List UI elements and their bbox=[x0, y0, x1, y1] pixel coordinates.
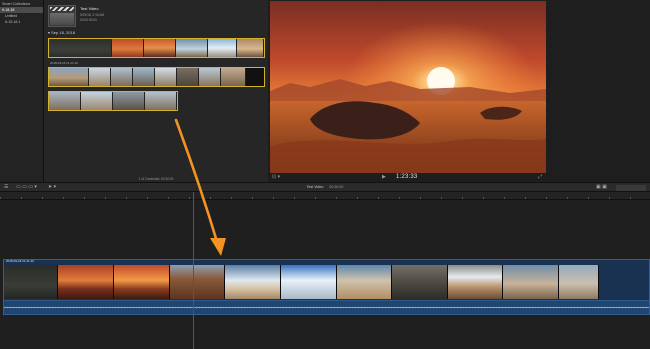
clip-name: 2018-09-18 21.21.40 bbox=[6, 259, 34, 263]
sidebar-item-label: Untitled bbox=[5, 14, 18, 18]
event-date-label: Sep 18, 2018 bbox=[51, 30, 75, 35]
browser-status-text: 1 of 3 selected, 00:30:00 bbox=[138, 177, 174, 181]
event-date-header[interactable]: ▾ Sep 18, 2018 bbox=[48, 30, 75, 35]
project-title: Test Video bbox=[80, 6, 99, 11]
timeline-area[interactable]: 2018-09-18 21.21.40 bbox=[0, 200, 650, 349]
viewer-frame bbox=[270, 1, 546, 173]
clip-timestamp: 2018-09-18 21.21.40 bbox=[50, 61, 78, 65]
fullscreen-icon[interactable]: ⤢ bbox=[538, 174, 542, 180]
clapperboard-icon bbox=[50, 7, 74, 11]
desert-sunset-image bbox=[270, 1, 546, 173]
viewer-timecode: 1:23:33 bbox=[396, 174, 418, 180]
primary-storyline-clip[interactable]: 2018-09-18 21.21.40 bbox=[3, 259, 650, 315]
project-duration: 00:00:00:00 bbox=[80, 18, 97, 22]
final-cut-pro-window: Smart Collections 9-18-18 Untitled 6-15-… bbox=[0, 0, 650, 349]
timeline-toolbar: ☰ ▭ ▭ ▭ ▾ ➤ ▾ Test Video 00:30:00 ▣ ▣ bbox=[0, 182, 650, 192]
project-thumbnail[interactable] bbox=[48, 5, 76, 27]
sidebar-item-label: 6-15-18.1 bbox=[5, 20, 21, 24]
timeline-title: Test Video 00:30:00 bbox=[0, 185, 650, 189]
play-icon[interactable]: ▶ bbox=[382, 174, 386, 180]
sidebar-item-event-6-15-18[interactable]: 6-15-18.1 bbox=[0, 19, 43, 25]
view-options-icon[interactable]: ⊡ ▾ bbox=[272, 174, 280, 180]
playhead[interactable] bbox=[193, 192, 194, 349]
video-filmstrip bbox=[4, 265, 649, 299]
timeline-ruler[interactable] bbox=[0, 192, 650, 200]
project-thumbnail-image bbox=[50, 13, 74, 25]
viewer-controls: ⊡ ▾ ▶ 1:23:33 ⤢ bbox=[268, 173, 650, 182]
clip-filmstrip-selected[interactable] bbox=[48, 38, 265, 58]
sidebar-item-label: 9-18-18 bbox=[2, 8, 15, 12]
clip-filmstrip[interactable] bbox=[48, 67, 265, 87]
timeline-duration: 00:30:00 bbox=[329, 185, 344, 189]
audio-waveform bbox=[4, 300, 649, 314]
snapping-icon[interactable]: ▣ ▣ bbox=[596, 184, 607, 190]
sidebar-item-label: Smart Collections bbox=[2, 2, 31, 6]
libraries-sidebar: Smart Collections 9-18-18 Untitled 6-15-… bbox=[0, 0, 44, 182]
viewer: ⊡ ▾ ▶ 1:23:33 ⤢ bbox=[268, 0, 650, 182]
timeline-project-name: Test Video bbox=[306, 185, 324, 189]
clip-filmstrip[interactable] bbox=[48, 91, 178, 111]
media-browser: Test Video 9/19/18, 2:15 AM 00:00:00:00 … bbox=[44, 0, 268, 182]
clip-appearance-button[interactable] bbox=[616, 185, 646, 191]
project-date: 9/19/18, 2:15 AM bbox=[80, 13, 105, 17]
